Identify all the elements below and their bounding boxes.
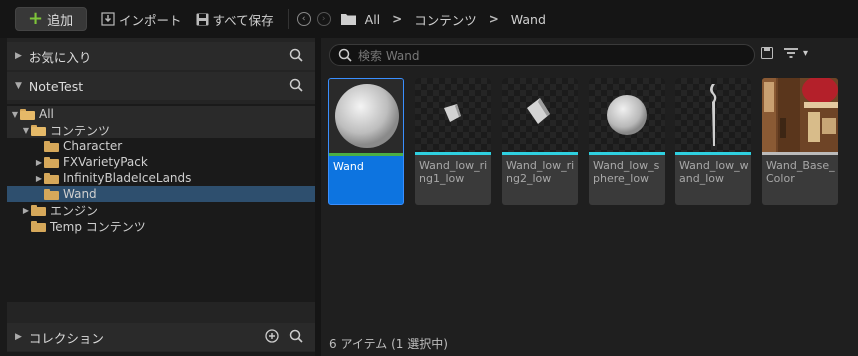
tree-item-infinitybladeicelands[interactable]: ▶ InfinityBladeIceLands	[7, 170, 315, 186]
folder-tree: ▼ All ▼ コンテンツ Character ▶ FXVarietyPack …	[7, 104, 315, 302]
tree-item-all[interactable]: ▼ All	[7, 106, 315, 122]
chevron-right-icon: >	[392, 12, 403, 26]
asset-thumbnail	[329, 79, 403, 153]
search-placeholder: 検索 Wand	[358, 48, 420, 63]
asset-type-bar	[502, 152, 578, 155]
asset-name: Wand	[333, 160, 364, 173]
asset-thumbnail	[502, 78, 578, 152]
favorites-header[interactable]: ▶ お気に入り	[7, 42, 315, 70]
tree-item-label: エンジン	[50, 203, 99, 218]
breadcrumb-wand[interactable]: Wand	[511, 12, 546, 27]
folder-icon	[44, 172, 59, 184]
breadcrumb-contents[interactable]: コンテンツ	[414, 10, 477, 29]
asset-name: Wand_low_ring2_low	[506, 159, 575, 185]
expand-right-icon: ▶	[15, 332, 22, 342]
expand-right-icon: ▶	[35, 157, 43, 167]
asset-search-input[interactable]: 検索 Wand	[329, 44, 755, 66]
expand-right-icon: ▶	[35, 173, 43, 183]
tree-item-label: InfinityBladeIceLands	[63, 171, 192, 185]
tree-item-fxvarietypack[interactable]: ▶ FXVarietyPack	[7, 154, 315, 170]
expand-down-icon: ▼	[11, 109, 19, 119]
tree-item-label: Temp コンテンツ	[50, 219, 146, 234]
back-icon[interactable]: ‹	[296, 12, 311, 26]
asset-tile[interactable]: Wand_Base_Color	[762, 78, 838, 205]
folder-icon	[31, 204, 46, 216]
asset-tile[interactable]: Wand_low_wand_low	[675, 78, 751, 205]
tree-item-label: FXVarietyPack	[63, 155, 148, 169]
asset-name: Wand_low_ring1_low	[419, 159, 488, 185]
project-header[interactable]: ▼ NoteTest	[7, 72, 315, 100]
search-icon	[338, 48, 352, 62]
save-all-label: すべて保存	[212, 12, 274, 28]
asset-thumbnail	[675, 78, 751, 152]
asset-type-bar	[762, 152, 838, 155]
asset-thumbnail	[762, 78, 838, 152]
asset-type-bar	[675, 152, 751, 155]
folder-icon	[44, 156, 59, 168]
tree-item-temp[interactable]: Temp コンテンツ	[7, 218, 315, 234]
search-icon[interactable]	[289, 48, 303, 62]
save-all-button[interactable]: すべて保存	[196, 10, 274, 29]
asset-tile[interactable]: Wand_low_ring2_low	[502, 78, 578, 205]
import-label: インポート	[119, 12, 182, 28]
add-label: 追加	[47, 13, 74, 29]
asset-name: Wand_Base_Color	[766, 159, 835, 185]
asset-thumbnail	[415, 78, 491, 152]
asset-type-bar	[329, 153, 403, 156]
asset-type-bar	[415, 152, 491, 155]
tree-item-engine[interactable]: ▶ エンジン	[7, 202, 315, 218]
asset-type-bar	[589, 152, 665, 155]
folder-open-icon	[20, 108, 35, 120]
add-collection-icon[interactable]	[265, 329, 279, 343]
status-text: 6 アイテム (1 選択中)	[329, 337, 448, 351]
asset-name: Wand_low_sphere_low	[593, 159, 660, 185]
expand-down-icon: ▼	[15, 81, 22, 91]
toolbar: + 追加 インポート すべて保存 ‹ › All > コンテンツ > Wand	[0, 0, 858, 38]
asset-name: Wand_low_wand_low	[679, 159, 749, 185]
folder-icon	[44, 188, 59, 200]
save-icon	[196, 13, 209, 25]
tree-item-label: Character	[63, 139, 123, 153]
search-icon[interactable]	[289, 329, 303, 343]
folder-icon	[31, 220, 46, 232]
favorites-label: お気に入り	[28, 49, 92, 65]
tree-item-wand[interactable]: Wand	[7, 186, 315, 202]
expand-right-icon: ▶	[22, 205, 30, 215]
save-search-icon[interactable]	[761, 47, 773, 59]
add-button[interactable]: + 追加	[15, 7, 87, 31]
chevron-down-icon[interactable]: ▾	[803, 48, 808, 59]
expand-down-icon: ▼	[22, 125, 30, 135]
project-label: NoteTest	[28, 78, 84, 94]
chevron-right-icon: >	[488, 12, 499, 26]
tree-item-contents[interactable]: ▼ コンテンツ	[7, 122, 315, 138]
collections-header[interactable]: ▶ コレクション	[7, 323, 315, 351]
tree-item-label: Wand	[63, 187, 97, 201]
asset-tile[interactable]: Wand	[328, 78, 404, 205]
import-icon	[101, 12, 115, 26]
sources-panel: ▶ お気に入り ▼ NoteTest ▼ All ▼ コンテンツ Charact…	[7, 38, 315, 352]
content-browser: + 追加 インポート すべて保存 ‹ › All > コンテンツ > Wand …	[0, 0, 858, 356]
collections-label: コレクション	[28, 330, 104, 346]
folder-icon	[44, 140, 59, 152]
asset-thumbnail	[589, 78, 665, 152]
breadcrumb-all[interactable]: All	[365, 12, 381, 27]
search-icon[interactable]	[289, 78, 303, 92]
toolbar-separator	[287, 9, 289, 29]
asset-tile[interactable]: Wand_low_sphere_low	[589, 78, 665, 205]
expand-right-icon: ▶	[15, 51, 22, 61]
tree-item-label: コンテンツ	[50, 123, 111, 138]
folder-icon	[340, 14, 356, 25]
folder-open-icon	[31, 124, 46, 136]
tree-item-label: All	[39, 107, 54, 121]
asset-view: 検索 Wand ▾ Wand Wand_low_ring1_low Wand_l…	[321, 38, 858, 356]
plus-icon: +	[28, 8, 44, 29]
filter-icon[interactable]	[783, 47, 799, 59]
import-button[interactable]: インポート	[101, 10, 182, 29]
breadcrumb: All > コンテンツ > Wand	[340, 10, 546, 29]
forward-icon[interactable]: ›	[316, 12, 331, 26]
asset-tile[interactable]: Wand_low_ring1_low	[415, 78, 491, 205]
tree-item-character[interactable]: Character	[7, 138, 315, 154]
